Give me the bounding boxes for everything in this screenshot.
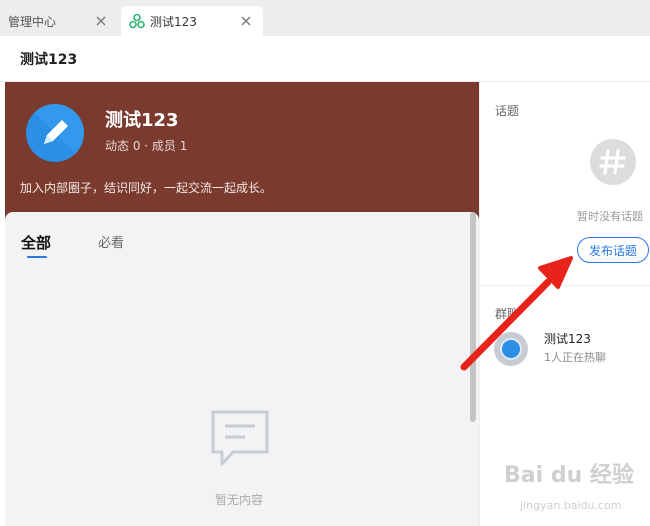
tab-label: 管理中心 [8, 14, 57, 29]
group-chat-item[interactable]: 测试123 1人正在热聊 [494, 328, 649, 368]
tab-must-see[interactable]: 必看 [98, 232, 124, 251]
tab-label: 测试123 [150, 14, 197, 29]
baidu-watermark: Bai du 经验 jingyan.baidu.com [502, 455, 642, 519]
circle-avatar[interactable] [26, 104, 84, 162]
feed-empty-text: 暂无内容 [215, 493, 264, 507]
circle-group-icon [129, 13, 145, 29]
group-chat-avatar [494, 332, 528, 366]
publish-topic-button[interactable]: 发布话题 [577, 237, 649, 263]
group-chat-title: 群聊 [495, 307, 520, 321]
page-title: 测试123 [20, 52, 78, 68]
tab-management-center[interactable]: 管理中心 [0, 6, 118, 36]
feed-panel: 全部 必看 暂无内容 [5, 212, 479, 526]
close-icon[interactable] [239, 14, 253, 28]
group-chat-status: 1人正在热聊 [544, 351, 606, 364]
circle-main: 测试123 动态 0 · 成员 1 加入内部圈子，结识同好，一起交流一起成长。 … [5, 82, 479, 526]
title-bar: 测试123 [0, 36, 650, 82]
tab-bar: 管理中心 测试123 [0, 0, 650, 36]
hashtag-icon [589, 138, 637, 190]
group-chat-name: 测试123 [544, 332, 591, 346]
tab-all[interactable]: 全部 [21, 232, 51, 253]
pencil-icon [26, 104, 84, 162]
topics-empty-text: 暂时没有话题 [577, 210, 643, 223]
watermark-url: jingyan.baidu.com [520, 499, 622, 512]
feed-scrollbar[interactable] [470, 212, 476, 422]
close-icon[interactable] [94, 14, 108, 28]
active-tab-indicator [27, 256, 47, 258]
empty-message-icon [209, 408, 271, 472]
topics-title: 话题 [495, 104, 520, 118]
circle-description: 加入内部圈子，结识同好，一起交流一起成长。 [20, 181, 273, 195]
circle-header: 测试123 动态 0 · 成员 1 加入内部圈子，结识同好，一起交流一起成长。 [5, 82, 479, 222]
tab-test123[interactable]: 测试123 [121, 6, 263, 36]
circle-stats: 动态 0 · 成员 1 [105, 139, 188, 153]
app-window: 管理中心 测试123 测试123 测试123 动态 0 · 成员 1 加入内部圈… [0, 0, 650, 526]
watermark-logo: Bai du 经验 [504, 463, 634, 488]
section-divider [480, 285, 650, 286]
circle-name: 测试123 [105, 110, 179, 131]
